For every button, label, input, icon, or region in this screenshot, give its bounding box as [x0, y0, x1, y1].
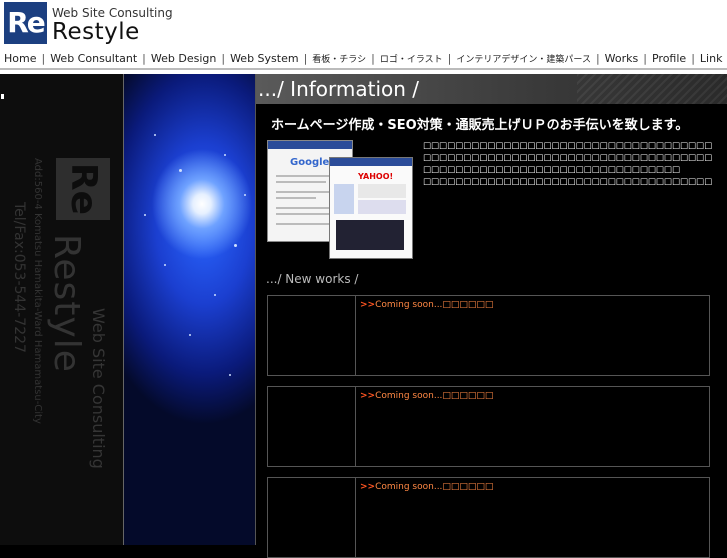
- sidebar-marker: [1, 94, 4, 99]
- header-hatch-pattern: [577, 74, 727, 104]
- sidebar-vertical-logo: Re Restyle Web Site Consulting Add:560-4…: [10, 158, 110, 488]
- headline: ホームページ作成・SEO対策・通販売上げＵＰのお手伝いを致します。: [271, 118, 689, 133]
- nav-home[interactable]: Home: [0, 52, 40, 65]
- work-thumbnail: [268, 296, 356, 375]
- work-item: >>Coming soon...□□□□□□: [267, 477, 710, 558]
- site-header: Re Web Site Consulting Restyle Home | Web…: [0, 0, 727, 74]
- nav-web-system[interactable]: Web System: [226, 52, 303, 65]
- information-header: .../ Information /: [256, 74, 727, 104]
- nav-interior-design[interactable]: インテリアデザイン・建築パース: [452, 52, 595, 65]
- section-title: .../ Information /: [258, 77, 420, 101]
- yahoo-logo: YAHOO!: [358, 172, 394, 181]
- work-item: >>Coming soon...□□□□□□: [267, 295, 710, 376]
- description-line: □□□□□□□□□□□□□□□□□□□□□□□□□□□□□□□□: [423, 165, 680, 175]
- sidebar-logo-mark: Re: [56, 158, 110, 220]
- google-logo: Google: [290, 157, 330, 168]
- yahoo-screenshot-image: YAHOO!: [329, 157, 413, 259]
- nav-logo-illustration[interactable]: ロゴ・イラスト: [376, 52, 447, 65]
- information-description: □□□□□□□□□□□□□□□□□□□□□□□□□□□□□□□□□□□□ □□□□…: [423, 140, 713, 188]
- nav-works[interactable]: Works: [601, 52, 643, 65]
- sidebar-brand-name: Restyle: [46, 234, 87, 373]
- description-line: □□□□□□□□□□□□□□□□□□□□□□□□□□□□□□□□□□□□□□□□: [423, 153, 713, 163]
- nav-web-design[interactable]: Web Design: [147, 52, 220, 65]
- description-line: □□□□□□□□□□□□□□□□□□□□□□□□□□□□□□□□□□□□□□□□…: [423, 177, 713, 187]
- main-nav: Home | Web Consultant | Web Design | Web Sy…: [0, 49, 727, 67]
- description-line: □□□□□□□□□□□□□□□□□□□□□□□□□□□□□□□□□□□□□□□□…: [423, 141, 713, 151]
- work-link[interactable]: >>Coming soon...□□□□□□: [360, 391, 493, 401]
- sidebar-tagline: Web Site Consulting: [89, 308, 108, 469]
- nav-profile[interactable]: Profile: [648, 52, 690, 65]
- sidebar: Re Restyle Web Site Consulting Add:560-4…: [0, 74, 123, 545]
- logo-mark[interactable]: Re: [4, 2, 47, 44]
- work-thumbnail: [268, 387, 356, 466]
- nav-divider: [0, 68, 727, 70]
- nav-web-consultant[interactable]: Web Consultant: [46, 52, 141, 65]
- sidebar-address: Add:560-4 Komatsu Hamakita-Ward Hamamats…: [32, 158, 43, 424]
- logo-tagline: Web Site Consulting: [52, 6, 173, 20]
- work-thumbnail: [268, 478, 356, 557]
- nav-link[interactable]: Link: [696, 52, 727, 65]
- nav-signs-flyers[interactable]: 看板・チラシ: [308, 52, 370, 65]
- main-content: .../ Information / ホームページ作成・SEO対策・通販売上げＵ…: [256, 74, 727, 558]
- work-link[interactable]: >>Coming soon...□□□□□□: [360, 482, 493, 492]
- work-item: >>Coming soon...□□□□□□: [267, 386, 710, 467]
- space-nebula-image: [124, 74, 255, 545]
- work-link[interactable]: >>Coming soon...□□□□□□: [360, 300, 493, 310]
- logo-brand-name[interactable]: Restyle: [52, 19, 140, 45]
- sidebar-telfax: Tel/Fax:053-544-7227: [11, 202, 27, 353]
- new-works-title: .../ New works /: [266, 272, 359, 286]
